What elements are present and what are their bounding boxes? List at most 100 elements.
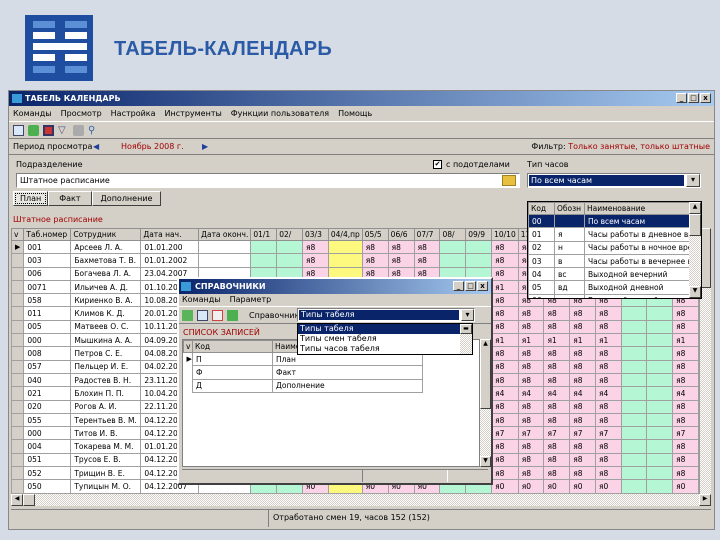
menu-commands[interactable]: Команды — [13, 109, 52, 118]
day-cell[interactable]: я8 — [517, 306, 545, 321]
cell-name[interactable]: Рогов А. И. — [70, 399, 142, 414]
day-cell[interactable]: я8 — [543, 359, 571, 374]
day-cell[interactable]: я8 — [569, 452, 596, 468]
day-cell[interactable]: я8 — [387, 239, 415, 255]
day-cell[interactable]: я8 — [594, 452, 622, 468]
cell-name[interactable]: Бахметова Т. В. — [70, 253, 142, 268]
day-cell[interactable]: я8 — [594, 346, 622, 361]
day-cell[interactable]: я1 — [517, 333, 545, 348]
day-cell[interactable]: я8 — [672, 399, 699, 414]
prev-period-icon[interactable]: ◀ — [93, 139, 99, 155]
day-cell[interactable]: я7 — [543, 426, 571, 441]
day-cell[interactable]: я8 — [594, 319, 622, 335]
day-cell[interactable]: я7 — [491, 426, 519, 441]
day-cell[interactable] — [646, 479, 674, 494]
day-cell[interactable]: я8 — [672, 372, 699, 388]
dialog-close-button[interactable]: x — [477, 281, 488, 291]
col-header-end[interactable]: Дата оконч. — [198, 228, 252, 241]
day-cell[interactable]: я7 — [672, 426, 699, 441]
cell-num[interactable]: 008 — [23, 346, 72, 361]
day-cell[interactable]: я1 — [672, 333, 699, 348]
day-cell[interactable]: я8 — [387, 253, 415, 268]
day-cell[interactable]: я8 — [672, 306, 699, 321]
day-cell[interactable] — [646, 412, 674, 428]
day-cell[interactable] — [276, 253, 303, 268]
day-cell[interactable]: я0 — [672, 479, 699, 494]
day-cell[interactable]: я8 — [413, 239, 441, 255]
refresh-icon[interactable] — [227, 310, 238, 321]
day-cell[interactable] — [646, 346, 674, 361]
day-col-header[interactable]: 08/ — [439, 228, 467, 241]
day-cell[interactable] — [620, 479, 648, 494]
menu-user-functions[interactable]: Функции пользователя — [231, 109, 329, 118]
day-cell[interactable]: я4 — [491, 386, 519, 401]
day-cell[interactable] — [620, 306, 648, 321]
day-cell[interactable]: я8 — [491, 319, 519, 335]
day-cell[interactable] — [646, 359, 674, 374]
day-cell[interactable] — [646, 386, 674, 401]
day-cell[interactable]: я4 — [569, 386, 596, 401]
day-cell[interactable]: я8 — [517, 412, 545, 428]
preview-icon[interactable]: ⚲ — [88, 125, 99, 136]
day-col-header[interactable]: 07/7 — [413, 228, 441, 241]
hours-type-combo[interactable]: По всем часам ▾ — [527, 173, 701, 188]
day-cell[interactable]: я8 — [543, 452, 571, 468]
tab-plan[interactable]: План — [13, 191, 49, 206]
day-cell[interactable]: я8 — [302, 239, 329, 255]
day-col-header[interactable]: 06/6 — [387, 228, 415, 241]
day-cell[interactable]: я8 — [672, 439, 699, 454]
day-cell[interactable]: я8 — [569, 359, 596, 374]
day-cell[interactable]: я8 — [594, 306, 622, 321]
day-cell[interactable] — [646, 333, 674, 348]
day-cell[interactable] — [646, 372, 674, 388]
day-cell[interactable]: я8 — [543, 399, 571, 414]
day-cell[interactable] — [620, 359, 648, 374]
cell-name[interactable]: Ильичев А. Д. — [70, 279, 142, 295]
dropdown-arrow-icon[interactable]: ▾ — [686, 174, 700, 187]
cell-num[interactable]: 058 — [23, 293, 72, 308]
cell-end[interactable] — [198, 239, 252, 255]
day-cell[interactable]: я8 — [594, 372, 622, 388]
day-cell[interactable]: я8 — [517, 452, 545, 468]
dialog-menu-parameter[interactable]: Параметр — [230, 295, 272, 304]
dialog-maximize-button[interactable]: □ — [465, 281, 476, 291]
hours-type-option[interactable]: 00 По всем часам — [528, 213, 690, 229]
cell-name[interactable]: Токарева М. М. — [70, 439, 142, 454]
add-icon[interactable] — [182, 310, 193, 321]
day-cell[interactable] — [620, 319, 648, 335]
day-cell[interactable]: я8 — [491, 253, 519, 268]
day-cell[interactable]: я8 — [569, 372, 596, 388]
day-cell[interactable] — [646, 319, 674, 335]
cell-name[interactable]: Блохин П. П. — [70, 386, 142, 401]
day-cell[interactable]: я8 — [491, 466, 519, 481]
minimize-button[interactable]: _ — [676, 93, 687, 103]
cell-name[interactable]: Тупицын М. О. — [70, 479, 142, 494]
day-cell[interactable]: я8 — [569, 439, 596, 454]
cell-num[interactable]: 001 — [23, 239, 72, 255]
cell-num[interactable]: 021 — [23, 386, 72, 401]
tab-additional[interactable]: Дополнение — [91, 191, 162, 206]
day-cell[interactable]: я8 — [569, 306, 596, 321]
day-cell[interactable]: я8 — [491, 239, 519, 255]
day-cell[interactable]: я8 — [594, 412, 622, 428]
day-cell[interactable]: я8 — [491, 412, 519, 428]
day-cell[interactable] — [646, 399, 674, 414]
day-cell[interactable]: я1 — [569, 333, 596, 348]
day-cell[interactable]: я8 — [491, 266, 519, 281]
day-cell[interactable] — [620, 346, 648, 361]
day-cell[interactable]: я8 — [672, 346, 699, 361]
day-cell[interactable]: я8 — [491, 399, 519, 414]
close-button[interactable]: x — [700, 93, 711, 103]
day-cell[interactable]: я8 — [569, 466, 596, 481]
cell-name[interactable]: Климов К. Д. — [70, 306, 142, 321]
day-cell[interactable] — [250, 253, 278, 268]
day-cell[interactable]: я8 — [491, 372, 519, 388]
hours-type-option[interactable]: 04 вс Выходной вечерний — [528, 267, 690, 282]
dialog-row[interactable]: ДДополнение✔ — [184, 378, 423, 393]
cell-num[interactable]: 004 — [23, 439, 72, 454]
day-cell[interactable] — [646, 426, 674, 441]
day-cell[interactable] — [465, 253, 493, 268]
col-header-start[interactable]: Дата нач. — [140, 228, 200, 241]
col-header-name[interactable]: Сотрудник — [70, 228, 142, 241]
day-cell[interactable] — [250, 239, 278, 255]
